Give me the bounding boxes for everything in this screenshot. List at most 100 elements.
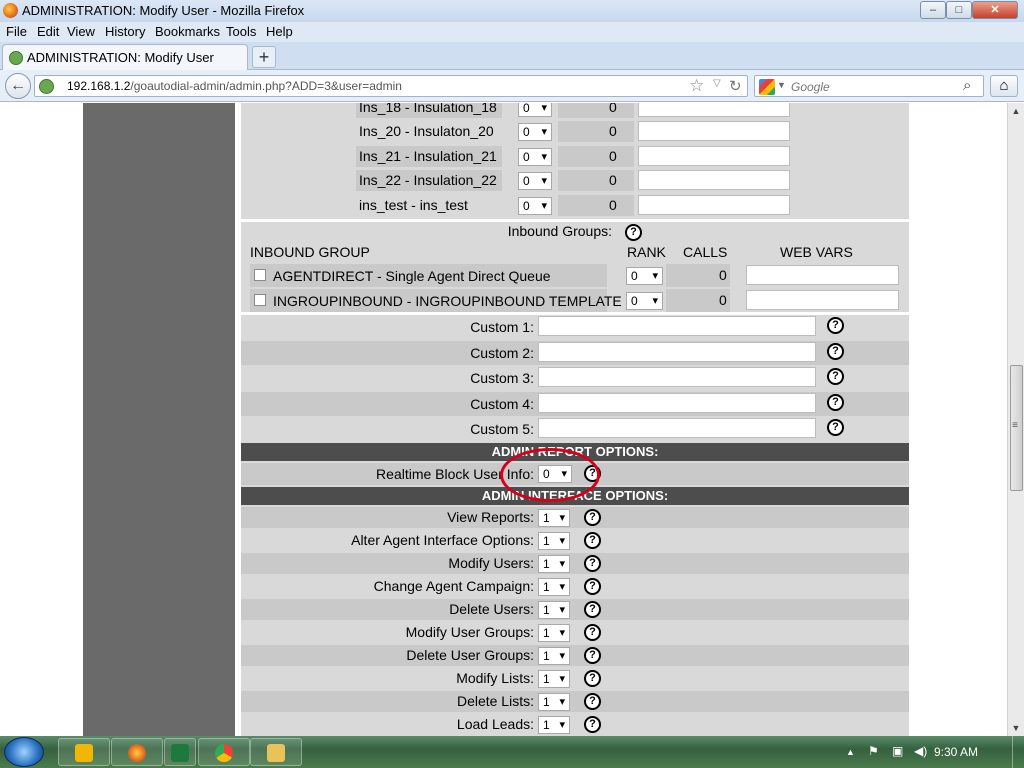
ingroup-text-field[interactable]: [638, 103, 790, 117]
menu-edit[interactable]: Edit: [37, 24, 59, 39]
help-icon[interactable]: ?: [827, 368, 844, 385]
help-icon[interactable]: ?: [584, 578, 601, 595]
ingroup-select[interactable]: 0: [518, 103, 552, 117]
vertical-scrollbar[interactable]: ▲ ≡ ▼: [1007, 103, 1024, 736]
firefox-icon: [128, 744, 146, 762]
help-icon[interactable]: ?: [584, 624, 601, 641]
close-button[interactable]: ✕: [972, 1, 1018, 19]
taskbar-clock[interactable]: 9:30 AM: [934, 745, 978, 759]
menu-help[interactable]: Help: [266, 24, 293, 39]
help-icon[interactable]: ?: [584, 532, 601, 549]
change-agent-campaign-select[interactable]: 1: [538, 578, 570, 596]
delete-users-select[interactable]: 1: [538, 601, 570, 619]
modify-user-form: Ins_18 - Insulation_18 0 0 Ins_20 - Insu…: [241, 103, 909, 736]
action-center-flag-icon[interactable]: ⚑: [868, 744, 879, 758]
menu-view[interactable]: View: [67, 24, 95, 39]
help-icon[interactable]: ?: [584, 555, 601, 572]
menu-file[interactable]: File: [6, 24, 27, 39]
new-tab-button[interactable]: +: [252, 46, 276, 68]
inbound-col-rank: RANK: [627, 244, 666, 260]
help-icon[interactable]: ?: [584, 647, 601, 664]
delete-user-groups-select[interactable]: 1: [538, 647, 570, 665]
outlook-icon: [75, 744, 93, 762]
search-engine-dropdown-icon[interactable]: ▼: [777, 80, 786, 90]
interface-option-row: View Reports: 1 ?: [241, 507, 909, 528]
inbound-label: INGROUPINBOUND - INGROUPINBOUND TEMPLATE: [273, 293, 622, 309]
show-desktop-button[interactable]: [1012, 736, 1024, 768]
custom-3-field[interactable]: [538, 367, 816, 387]
search-input[interactable]: Google: [791, 80, 830, 94]
ingroup-select[interactable]: 0: [518, 123, 552, 141]
tab-modify-user[interactable]: ADMINISTRATION: Modify User: [2, 44, 248, 70]
scroll-down-arrow-icon[interactable]: ▼: [1008, 720, 1024, 736]
help-icon[interactable]: ?: [584, 509, 601, 526]
ingroup-select[interactable]: 0: [518, 148, 552, 166]
url-bar[interactable]: 192.168.1.2/goautodial-admin/admin.php?A…: [34, 75, 748, 97]
modify-user-groups-select[interactable]: 1: [538, 624, 570, 642]
menu-history[interactable]: History: [105, 24, 145, 39]
help-icon[interactable]: ?: [584, 693, 601, 710]
custom-4-field[interactable]: [538, 393, 816, 413]
annotation-circle: [500, 448, 600, 502]
taskbar-outlook-button[interactable]: [58, 738, 110, 766]
scroll-up-arrow-icon[interactable]: ▲: [1008, 103, 1024, 119]
bookmark-star-icon[interactable]: ☆: [689, 76, 704, 96]
inbound-rank-select[interactable]: 0: [626, 292, 663, 310]
back-button[interactable]: ←: [5, 73, 31, 99]
scrollbar-thumb[interactable]: ≡: [1010, 365, 1023, 491]
ingroup-select[interactable]: 0: [518, 172, 552, 190]
inbound-checkbox[interactable]: [254, 269, 266, 281]
home-button[interactable]: ⌂: [990, 75, 1018, 97]
search-bar[interactable]: ▼ Google ⌕: [754, 75, 984, 97]
explorer-icon: [267, 744, 285, 762]
reload-icon[interactable]: ↻: [729, 77, 742, 95]
custom-1-field[interactable]: [538, 316, 816, 336]
custom-label: Custom 3:: [470, 370, 534, 386]
right-margin: [909, 103, 922, 736]
help-icon[interactable]: ?: [584, 716, 601, 733]
start-button[interactable]: [4, 737, 44, 767]
help-icon[interactable]: ?: [827, 394, 844, 411]
site-identity-icon[interactable]: [39, 79, 54, 94]
ingroup-text-field[interactable]: [638, 195, 790, 215]
help-icon[interactable]: ?: [827, 317, 844, 334]
view-reports-select[interactable]: 1: [538, 509, 570, 527]
menu-bookmarks[interactable]: Bookmarks: [155, 24, 220, 39]
network-icon[interactable]: ▣: [892, 744, 903, 758]
taskbar-excel-button[interactable]: [164, 738, 196, 766]
inbound-checkbox[interactable]: [254, 294, 266, 306]
ingroup-select[interactable]: 0: [518, 197, 552, 215]
inbound-webvars-field[interactable]: [746, 265, 899, 285]
url-text[interactable]: 192.168.1.2/goautodial-admin/admin.php?A…: [67, 79, 402, 93]
ingroup-text-field[interactable]: [638, 146, 790, 166]
volume-icon[interactable]: ◀): [914, 744, 927, 758]
delete-lists-select[interactable]: 1: [538, 693, 570, 711]
taskbar-firefox-button[interactable]: [111, 738, 163, 766]
ingroup-text-field[interactable]: [638, 121, 790, 141]
google-icon[interactable]: [759, 79, 775, 95]
ingroup-value: 0: [609, 172, 617, 188]
taskbar-explorer-button[interactable]: [250, 738, 302, 766]
alter-agent-interface-select[interactable]: 1: [538, 532, 570, 550]
help-icon[interactable]: ?: [625, 224, 642, 241]
menu-tools[interactable]: Tools: [226, 24, 256, 39]
minimize-button[interactable]: –: [920, 1, 946, 19]
search-icon[interactable]: ⌕: [963, 77, 971, 94]
taskbar-chrome-button[interactable]: [198, 738, 250, 766]
ingroup-text-field[interactable]: [638, 170, 790, 190]
inbound-rank-select[interactable]: 0: [626, 267, 663, 285]
maximize-button[interactable]: □: [946, 1, 972, 19]
url-dropdown-icon[interactable]: ▽: [713, 78, 721, 89]
tray-expand-icon[interactable]: ▲: [846, 747, 855, 757]
modify-lists-select[interactable]: 1: [538, 670, 570, 688]
help-icon[interactable]: ?: [827, 343, 844, 360]
inbound-webvars-field[interactable]: [746, 290, 899, 310]
help-icon[interactable]: ?: [827, 419, 844, 436]
load-leads-select[interactable]: 1: [538, 716, 570, 734]
modify-users-select[interactable]: 1: [538, 555, 570, 573]
window-title: ADMINISTRATION: Modify User - Mozilla Fi…: [22, 3, 305, 18]
custom-5-field[interactable]: [538, 418, 816, 438]
help-icon[interactable]: ?: [584, 601, 601, 618]
help-icon[interactable]: ?: [584, 670, 601, 687]
custom-2-field[interactable]: [538, 342, 816, 362]
